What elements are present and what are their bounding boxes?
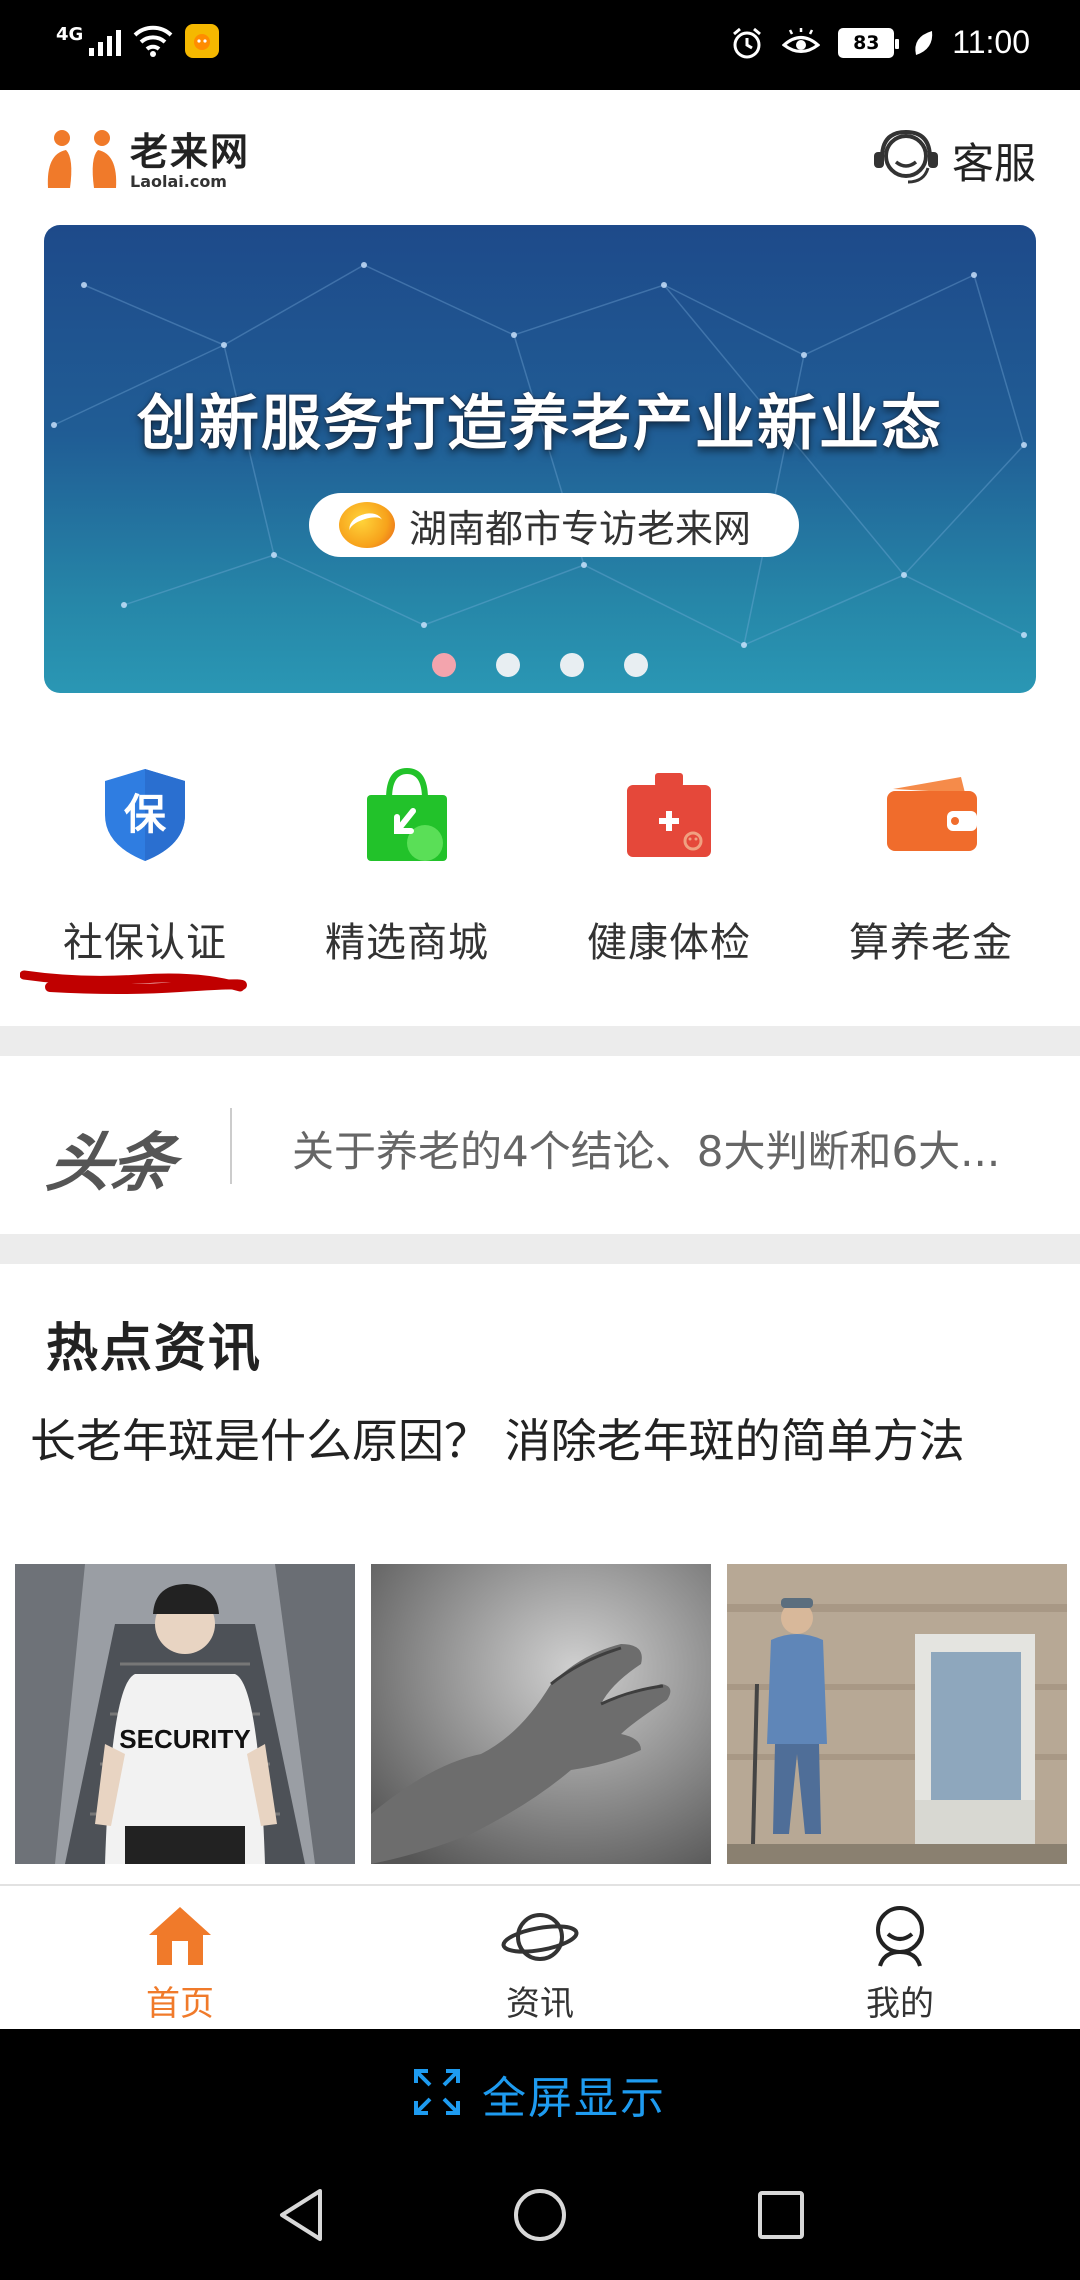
signal-icon — [89, 26, 122, 56]
status-left: 4G — [56, 23, 220, 58]
medical-kit-icon — [614, 760, 724, 870]
tab-label: 资讯 — [506, 1984, 574, 2024]
logo-text: 老来网 Laolai.com — [130, 133, 250, 190]
article-thumbnail[interactable] — [727, 1564, 1067, 1864]
quick-menu-label: 健康体检 — [587, 920, 751, 966]
bottom-tab-bar: 首页 资讯 我的 — [0, 1884, 1080, 2029]
eye-comfort-icon — [782, 27, 821, 58]
logo-mark-icon — [44, 128, 120, 194]
status-right: 83 11:00 — [730, 24, 1030, 61]
thumbnail-aged-hand-image — [371, 1564, 711, 1864]
expand-icon — [414, 2069, 460, 2119]
thumbnail-text: SECURITY — [119, 1724, 250, 1754]
section-title: 热点资讯 — [46, 1319, 263, 1379]
battery-icon: 83 — [838, 27, 900, 58]
notification-app-icon — [185, 24, 220, 58]
app-logo[interactable]: 老来网 Laolai.com — [44, 128, 250, 194]
app-header: 老来网 Laolai.com 客服 — [0, 90, 1080, 220]
quick-menu-label: 算养老金 — [849, 920, 1013, 966]
quick-menu-health-check[interactable]: 健康体检 — [538, 760, 800, 1000]
leaf-icon — [912, 29, 934, 57]
status-bar: 4G 83 11:00 — [0, 0, 1080, 90]
tab-label: 我的 — [866, 1984, 934, 2024]
home-circle-icon[interactable] — [512, 2187, 568, 2247]
back-icon[interactable] — [276, 2187, 326, 2247]
banner-subtitle: 湖南都市专访老来网 — [409, 506, 752, 551]
hunan-tv-logo-icon — [339, 502, 395, 548]
recent-apps-icon[interactable] — [756, 2187, 806, 2247]
wallet-icon — [876, 760, 986, 870]
tab-news[interactable]: 资讯 — [360, 1886, 720, 2029]
section-divider — [0, 1234, 1080, 1264]
carousel-dot[interactable] — [624, 653, 648, 677]
home-icon — [147, 1904, 213, 1968]
tab-label: 首页 — [146, 1984, 214, 2024]
shield-bao-icon: 保 — [90, 760, 200, 870]
carousel-dot[interactable] — [560, 653, 584, 677]
banner-title: 创新服务打造养老产业新业态 — [137, 389, 943, 459]
wifi-icon — [133, 25, 173, 57]
alarm-icon — [730, 26, 764, 60]
article-title[interactable]: 长老年斑是什么原因？ 消除老年斑的简单方法 — [30, 1412, 1040, 1470]
shopping-bag-icon — [352, 760, 462, 870]
headline-badge: 头条 — [40, 1127, 181, 1201]
quick-menu-social-security[interactable]: 保 社保认证 — [14, 760, 276, 1000]
quick-menu-pension-calculator[interactable]: 算养老金 — [800, 760, 1062, 1000]
system-navigation-bar — [0, 2159, 1080, 2280]
svg-text:保: 保 — [124, 790, 167, 839]
fullscreen-label: 全屏显示 — [482, 2073, 666, 2124]
article-thumbnail[interactable]: SECURITY — [15, 1564, 355, 1864]
logo-name: 老来网 — [130, 129, 251, 174]
article-thumbnails[interactable]: SECURITY — [15, 1564, 1067, 1864]
tab-me[interactable]: 我的 — [720, 1886, 1080, 2029]
headset-icon — [872, 128, 940, 192]
quick-menu-mall[interactable]: 精选商城 — [276, 760, 538, 1000]
thumbnail-elderly-man-image — [727, 1564, 1067, 1864]
red-underline-annotation — [20, 970, 247, 994]
banner-subtitle-pill: 湖南都市专访老来网 — [309, 493, 799, 557]
carousel-dot[interactable] — [496, 653, 520, 677]
hot-news-section: 热点资讯 长老年斑是什么原因？ 消除老年斑的简单方法 SECURITY — [0, 1264, 1080, 1884]
planet-icon — [500, 1904, 580, 1968]
quick-menu-label: 社保认证 — [63, 920, 227, 966]
clock: 11:00 — [952, 24, 1030, 60]
headline-news-strip[interactable]: 头条 关于养老的4个结论、8大判断和6大... — [0, 1056, 1080, 1234]
logo-domain: Laolai.com — [130, 171, 227, 191]
carousel-indicator — [44, 653, 1036, 677]
user-icon — [870, 1904, 930, 1968]
customer-service-label: 客服 — [951, 138, 1036, 188]
network-type: 4G — [56, 23, 84, 45]
headline-separator — [230, 1108, 232, 1184]
customer-service-button[interactable]: 客服 — [872, 128, 1036, 192]
thumbnail-escalator-guard-image: SECURITY — [15, 1564, 355, 1864]
fullscreen-button[interactable]: 全屏显示 — [0, 2029, 1080, 2159]
quick-menu: 保 社保认证 精选商城 健康体检 算养老金 — [0, 760, 1080, 1000]
banner-carousel[interactable]: 创新服务打造养老产业新业态 湖南都市专访老来网 — [44, 225, 1036, 693]
tab-home[interactable]: 首页 — [0, 1886, 360, 2029]
article-thumbnail[interactable] — [371, 1564, 711, 1864]
carousel-dot[interactable] — [432, 653, 456, 677]
section-divider — [0, 1026, 1080, 1056]
headline-text[interactable]: 关于养老的4个结论、8大判断和6大... — [292, 1118, 1042, 1179]
quick-menu-label: 精选商城 — [325, 920, 489, 966]
